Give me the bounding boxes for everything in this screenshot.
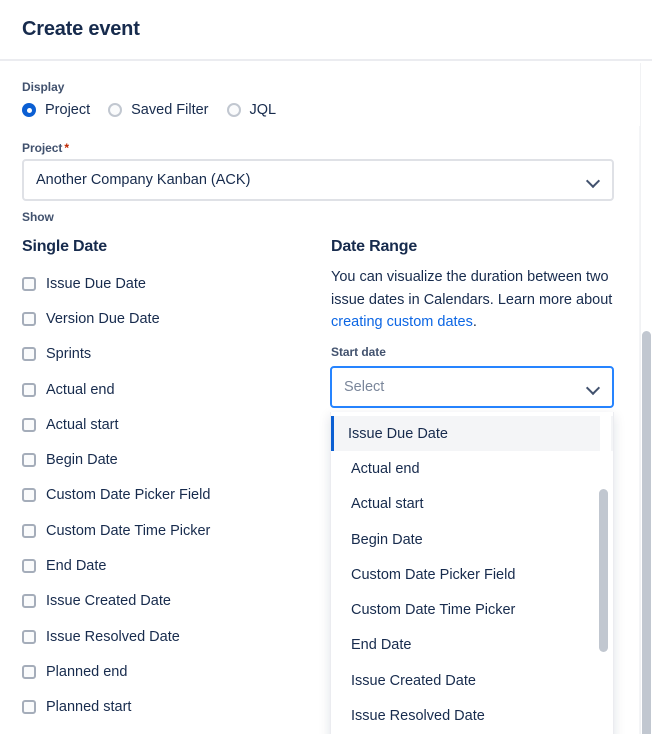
dropdown-option[interactable]: Actual start (331, 487, 613, 522)
display-radio-label: JQL (249, 102, 277, 118)
single-date-checkbox-list: Issue Due Date Version Due Date Sprints Act… (22, 266, 312, 725)
checkbox-item-label: Issue Resolved Date (46, 628, 180, 645)
date-range-description-text-after: . (472, 314, 477, 331)
start-date-label: Start date (331, 345, 386, 359)
dropdown-scrollbar-track[interactable] (599, 416, 611, 734)
checkbox-unchecked-icon[interactable] (22, 559, 36, 574)
radio-selected-icon[interactable] (22, 103, 36, 118)
checkbox-unchecked-icon[interactable] (22, 347, 36, 362)
checkbox-unchecked-icon[interactable] (22, 664, 36, 679)
checkbox-item[interactable]: Custom Date Picker Field (22, 478, 312, 513)
dropdown-scrollbar-thumb[interactable] (599, 489, 608, 652)
checkbox-item-label: Issue Due Date (46, 275, 146, 292)
dropdown-option[interactable]: End Date (331, 628, 613, 663)
checkbox-item-label: Version Due Date (46, 310, 160, 327)
checkbox-item[interactable]: Custom Date Time Picker (22, 513, 312, 548)
checkbox-unchecked-icon[interactable] (22, 700, 36, 715)
checkbox-item[interactable]: Begin Date (22, 442, 312, 477)
checkbox-item-label: Custom Date Picker Field (46, 487, 211, 504)
display-radio-project[interactable]: Project (22, 103, 90, 118)
start-date-select-value: Select (344, 379, 385, 395)
checkbox-unchecked-icon[interactable] (22, 488, 36, 503)
date-range-description: You can visualize the duration between t… (331, 266, 619, 334)
dropdown-option[interactable]: Begin Date (331, 522, 613, 557)
start-date-dropdown-list: Issue Due Date Actual end Actual start Begi… (331, 416, 613, 734)
project-label-text: Project (22, 141, 63, 155)
project-select[interactable]: Another Company Kanban (ACK) (22, 159, 614, 201)
start-date-dropdown-menu: Issue Due Date Actual end Actual start Begi… (330, 412, 614, 734)
display-radio-label: Saved Filter (131, 102, 209, 118)
checkbox-item[interactable]: Sprints (22, 337, 312, 372)
page-scrollbar-track[interactable] (640, 63, 652, 734)
checkbox-item[interactable]: Issue Created Date (22, 584, 312, 619)
checkbox-item[interactable]: Issue Resolved Date (22, 619, 312, 654)
checkbox-item[interactable]: Actual start (22, 407, 312, 442)
creating-custom-dates-link[interactable]: creating custom dates (331, 314, 473, 330)
checkbox-item-label: Actual end (46, 381, 115, 398)
checkbox-item[interactable]: Issue Due Date (22, 266, 312, 301)
dropdown-option[interactable]: Custom Date Time Picker (331, 592, 613, 627)
dialog-header: Create event (0, 0, 652, 61)
checkbox-unchecked-icon[interactable] (22, 311, 36, 326)
date-range-description-text-before: You can visualize the duration between t… (331, 269, 613, 308)
checkbox-item[interactable]: Planned start (22, 690, 312, 725)
chevron-down-icon (587, 174, 600, 187)
required-asterisk: * (64, 141, 69, 155)
checkbox-item[interactable]: Actual end (22, 372, 312, 407)
dropdown-option[interactable]: Issue Resolved Date (331, 698, 613, 733)
display-radio-label: Project (45, 102, 91, 118)
display-radio-jql[interactable]: JQL (226, 102, 277, 118)
start-date-select[interactable]: Select (330, 366, 614, 408)
checkbox-item-label: End Date (46, 558, 107, 575)
page-scrollbar-thumb[interactable] (642, 331, 651, 734)
dropdown-option[interactable]: Actual end (331, 451, 613, 486)
checkbox-unchecked-icon[interactable] (22, 453, 36, 468)
radio-unselected-icon[interactable] (108, 103, 123, 118)
checkbox-item-label: Begin Date (46, 452, 118, 469)
checkbox-item-label: Issue Created Date (46, 593, 171, 610)
checkbox-item[interactable]: End Date (22, 548, 312, 583)
page-title: Create event (22, 18, 140, 40)
radio-unselected-icon[interactable] (226, 103, 241, 118)
checkbox-unchecked-icon[interactable] (22, 417, 36, 432)
checkbox-unchecked-icon[interactable] (22, 523, 36, 538)
checkbox-item-label: Planned end (46, 663, 128, 680)
date-range-heading: Date Range (331, 238, 418, 255)
display-radio-group[interactable]: Project Saved Filter JQL (22, 103, 294, 118)
show-label: Show (22, 210, 54, 224)
single-date-heading: Single Date (22, 238, 107, 255)
checkbox-unchecked-icon[interactable] (22, 382, 36, 397)
checkbox-item[interactable]: Planned end (22, 654, 312, 689)
project-select-value: Another Company Kanban (ACK) (36, 172, 251, 188)
checkbox-item-label: Custom Date Time Picker (46, 522, 211, 539)
display-label: Display (22, 80, 65, 94)
project-label: Project * (22, 141, 69, 155)
dropdown-option[interactable]: Issue Created Date (331, 663, 613, 698)
chevron-down-icon (587, 381, 600, 394)
checkbox-item[interactable]: Version Due Date (22, 301, 312, 336)
checkbox-item-label: Planned start (46, 699, 132, 716)
checkbox-item-label: Sprints (46, 346, 92, 363)
create-event-dialog: Create event Display Project Saved Filter… (0, 0, 652, 734)
dropdown-option[interactable]: Issue Due Date (331, 416, 613, 452)
checkbox-unchecked-icon[interactable] (22, 594, 36, 609)
dialog-body: Display Project Saved Filter JQL Project * … (0, 63, 640, 734)
dropdown-option[interactable]: Custom Date Picker Field (331, 557, 613, 592)
checkbox-unchecked-icon[interactable] (22, 276, 36, 291)
checkbox-item-label: Actual start (46, 416, 119, 433)
display-radio-saved-filter[interactable]: Saved Filter (108, 102, 209, 118)
checkbox-unchecked-icon[interactable] (22, 629, 36, 644)
